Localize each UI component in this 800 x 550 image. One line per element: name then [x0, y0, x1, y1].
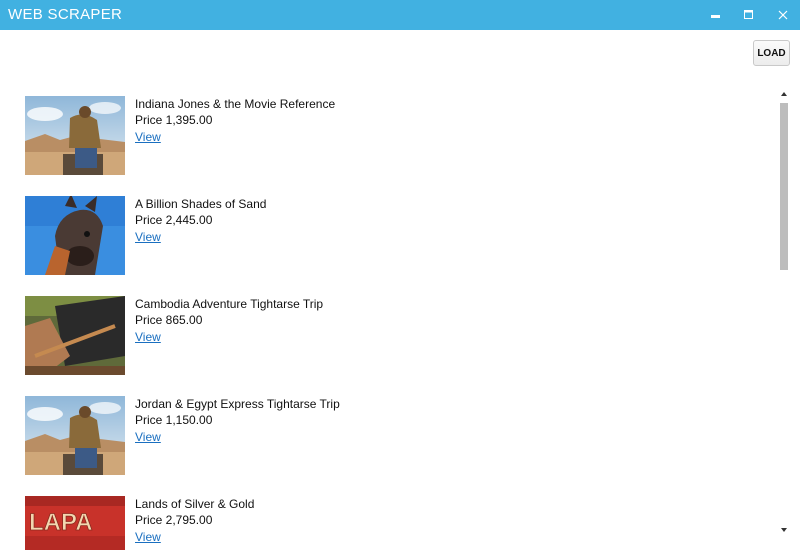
scrollbar-thumb[interactable] — [780, 103, 788, 270]
item-price: Price 865.00 — [135, 313, 203, 327]
minimize-icon — [711, 15, 720, 18]
item-price: Price 2,445.00 — [135, 213, 213, 227]
list-item: Cambodia Adventure Tightarse Trip Price … — [25, 288, 725, 375]
list-item: Jordan & Egypt Express Tightarse Trip Pr… — [25, 388, 725, 475]
view-link[interactable]: View — [135, 429, 161, 445]
title-bar: WEB SCRAPER — [0, 0, 800, 30]
scroll-down-arrow-icon — [781, 528, 787, 532]
item-thumbnail: LAPA — [25, 496, 125, 550]
close-button[interactable] — [766, 0, 800, 30]
item-title: Jordan & Egypt Express Tightarse Trip — [135, 397, 340, 411]
item-thumbnail — [25, 296, 125, 375]
view-link[interactable]: View — [135, 529, 161, 545]
view-link[interactable]: View — [135, 329, 161, 345]
item-title: A Billion Shades of Sand — [135, 197, 267, 211]
item-thumbnail — [25, 96, 125, 175]
maximize-button[interactable] — [732, 0, 766, 30]
window-title: WEB SCRAPER — [8, 6, 123, 23]
scroll-up-arrow-icon — [781, 92, 787, 96]
item-thumbnail — [25, 396, 125, 475]
item-price: Price 1,395.00 — [135, 113, 213, 127]
scroll-up-button[interactable] — [778, 88, 790, 100]
results-list: Indiana Jones & the Movie Reference Pric… — [0, 88, 776, 550]
list-item: Indiana Jones & the Movie Reference Pric… — [25, 88, 725, 175]
item-price: Price 1,150.00 — [135, 413, 213, 427]
scroll-down-button[interactable] — [778, 524, 790, 536]
item-price: Price 2,795.00 — [135, 513, 213, 527]
item-title: Cambodia Adventure Tightarse Trip — [135, 297, 324, 311]
svg-text:LAPA: LAPA — [29, 509, 93, 536]
view-link[interactable]: View — [135, 129, 161, 145]
item-title: Lands of Silver & Gold — [135, 497, 255, 511]
maximize-icon — [744, 10, 753, 19]
list-item: A Billion Shades of Sand Price 2,445.00 … — [25, 188, 725, 275]
close-icon — [778, 10, 788, 20]
list-item: LAPA Lands of Silver & Gold Price 2,795.… — [25, 488, 725, 550]
minimize-button[interactable] — [699, 0, 733, 30]
item-thumbnail — [25, 196, 125, 275]
vertical-scrollbar[interactable] — [778, 88, 790, 540]
item-title: Indiana Jones & the Movie Reference — [135, 97, 336, 111]
load-button[interactable]: LOAD — [753, 40, 790, 66]
view-link[interactable]: View — [135, 229, 161, 245]
